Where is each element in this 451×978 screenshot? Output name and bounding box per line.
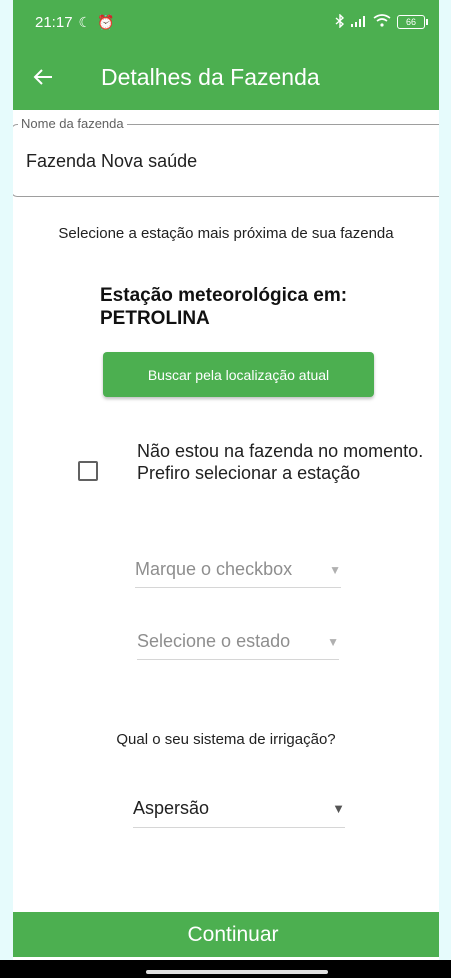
- app-bar: Detalhes da Fazenda: [13, 44, 439, 110]
- caret-down-icon: ▼: [332, 801, 345, 816]
- caret-down-icon: ▼: [327, 634, 339, 649]
- status-time: 21:17: [35, 13, 73, 31]
- farm-name-label: Nome da fazenda: [18, 116, 127, 131]
- battery-icon: 66: [397, 15, 428, 29]
- status-bar: 21:17 ☾ ⏰ 66: [13, 0, 439, 44]
- not-at-farm-label: Não estou na fazenda no momento. Prefiro…: [137, 440, 427, 484]
- do-not-disturb-icon: ☾: [78, 13, 92, 30]
- battery-level: 66: [405, 17, 416, 27]
- station-title: Estação meteorológica em: PETROLINA: [100, 285, 348, 329]
- locate-current-position-button[interactable]: Buscar pela localização atual: [103, 352, 374, 397]
- home-indicator[interactable]: [146, 970, 328, 974]
- checkbox-label-text: Não estou na fazenda no momento. Prefiro…: [137, 441, 424, 483]
- not-at-farm-checkbox[interactable]: [78, 461, 98, 481]
- wifi-icon: [373, 14, 391, 30]
- caret-down-icon: ▼: [329, 562, 341, 577]
- status-left: 21:17 ☾ ⏰: [35, 14, 115, 31]
- state-dropdown-placeholder: Selecione o estado: [137, 631, 291, 651]
- alarm-icon: ⏰: [97, 13, 115, 30]
- navigation-bar: [0, 960, 451, 978]
- irrigation-question: Qual o seu sistema de irrigação?: [116, 731, 336, 748]
- back-button[interactable]: [13, 44, 73, 110]
- farm-name-field[interactable]: Nome da fazenda Fazenda Nova saúde: [13, 116, 439, 197]
- irrigation-dropdown[interactable]: Aspersão ▼: [133, 790, 345, 828]
- page-title: Detalhes da Fazenda: [101, 63, 320, 90]
- status-right: 66: [335, 12, 428, 31]
- bluetooth-icon: [335, 12, 345, 31]
- signal-icon: [351, 14, 367, 30]
- farm-name-value: Fazenda Nova saúde: [26, 151, 198, 171]
- station-instruction: Selecione a estação mais próxima de sua …: [58, 225, 394, 242]
- station-dropdown-placeholder: Marque o checkbox: [135, 559, 293, 579]
- irrigation-dropdown-value: Aspersão: [133, 798, 210, 818]
- state-dropdown[interactable]: Selecione o estado ▼: [137, 624, 339, 660]
- app-screen: 21:17 ☾ ⏰ 66 Detalhes da Fazenda Nome da…: [13, 0, 439, 978]
- arrow-left-icon: [33, 69, 52, 85]
- continue-button[interactable]: Continuar: [13, 912, 439, 957]
- station-dropdown[interactable]: Marque o checkbox ▼: [135, 552, 341, 588]
